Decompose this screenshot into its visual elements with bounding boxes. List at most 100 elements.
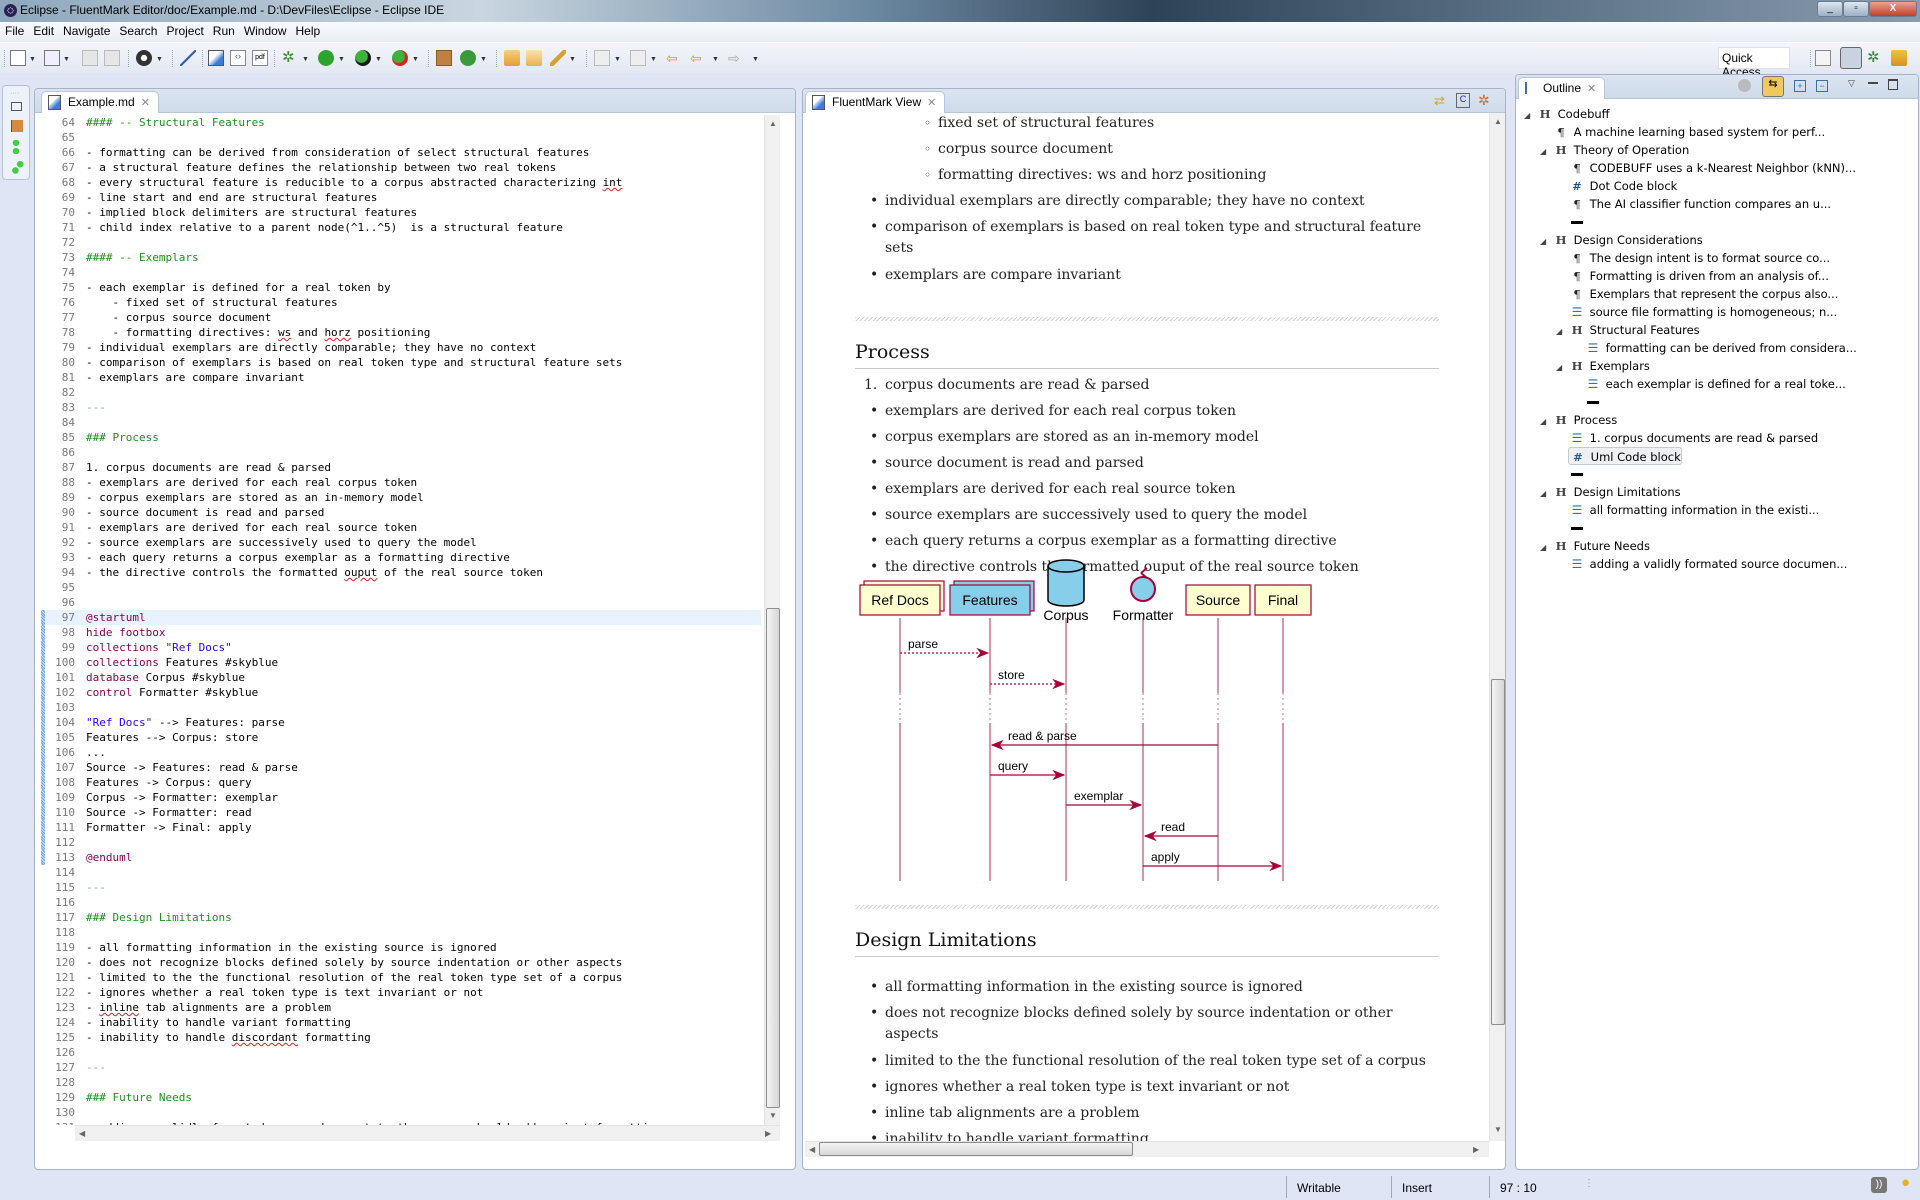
expand-all-icon[interactable]: + <box>1794 80 1806 92</box>
editor-line[interactable]: 90 - source document is read and parsed <box>41 505 761 520</box>
code-area[interactable]: 64 #### -- Structural Features 65 66 - forma… <box>41 115 761 1125</box>
open-task-icon[interactable] <box>526 50 542 66</box>
minimize-button[interactable]: _ <box>1817 1 1843 17</box>
editor-line[interactable]: 105 Features --> Corpus: store <box>41 730 761 745</box>
editor-line[interactable]: 67 - a structural feature defines the rel… <box>41 160 761 175</box>
editor-line[interactable]: 70 - implied block delimiters are structu… <box>41 205 761 220</box>
editor-line[interactable]: 103 <box>41 700 761 715</box>
coverage-dropdown-icon[interactable]: ▼ <box>375 56 382 63</box>
close-tab-icon[interactable]: ✕ <box>1587 83 1596 95</box>
editor-line[interactable]: 66 - formatting can be derived from consi… <box>41 145 761 160</box>
editor-line[interactable]: 111 Formatter -> Final: apply <box>41 820 761 835</box>
outline-item[interactable]: ◢ H Design Limitations <box>1540 483 1681 501</box>
editor-line[interactable]: 81 - exemplars are compare invariant <box>41 370 761 385</box>
editor-line[interactable]: 78 - formatting directives: ws and horz … <box>41 325 761 340</box>
debug-perspective-icon[interactable]: ✲ <box>1867 50 1883 66</box>
editor-line[interactable]: 113 @enduml <box>41 850 761 865</box>
menu-navigate[interactable]: Navigate <box>58 22 114 38</box>
editor-line[interactable]: 120 - does not recognize blocks defined s… <box>41 955 761 970</box>
link-with-editor-icon[interactable]: ⇆ <box>1762 76 1784 97</box>
collapse-all-icon[interactable]: − <box>1816 80 1828 92</box>
profile-dropdown-icon[interactable]: ▼ <box>156 56 163 63</box>
expand-toggle-icon[interactable]: ◢ <box>1540 233 1552 251</box>
editor-line[interactable]: 92 - source exemplars are successively us… <box>41 535 761 550</box>
new-dropdown-icon[interactable]: ▼ <box>29 56 36 63</box>
editor-line[interactable]: 91 - exemplars are derived for each real … <box>41 520 761 535</box>
editor-line[interactable]: 88 - exemplars are derived for each real … <box>41 475 761 490</box>
editor-line[interactable]: 101 database Corpus #skyblue <box>41 670 761 685</box>
next-annotation-dropdown-icon[interactable]: ▼ <box>614 56 621 63</box>
back-icon[interactable]: ⇦ <box>690 50 706 66</box>
open-perspective-icon[interactable] <box>1815 50 1831 66</box>
editor-line[interactable]: 99 collections "Ref Docs" <box>41 640 761 655</box>
editor-line[interactable]: 100 collections Features #skyblue <box>41 655 761 670</box>
menu-edit[interactable]: Edit <box>28 22 58 38</box>
close-tab-icon[interactable]: ✕ <box>141 97 150 109</box>
outline-item[interactable]: # Dot Code block <box>1568 177 1677 195</box>
close-window-button[interactable]: X <box>1869 1 1917 17</box>
rss-icon[interactable]: )) <box>1871 1177 1887 1193</box>
new-file-dropdown-icon[interactable]: ▼ <box>63 56 70 63</box>
menu-search[interactable]: Search <box>114 22 161 38</box>
editor-line[interactable]: 122 - ignores whether a real token type i… <box>41 985 761 1000</box>
save-icon[interactable] <box>82 50 98 66</box>
editor-line[interactable]: 118 <box>41 925 761 940</box>
new-file-icon[interactable] <box>44 50 60 66</box>
outline-item[interactable] <box>1584 393 1599 411</box>
run-dropdown-icon[interactable]: ▼ <box>338 56 345 63</box>
editor-line[interactable]: 112 <box>41 835 761 850</box>
editor-line[interactable]: 93 - each query returns a corpus exemplar… <box>41 550 761 565</box>
open-markdown-icon[interactable] <box>208 50 224 66</box>
search-icon[interactable] <box>550 50 566 66</box>
search-dropdown-icon[interactable]: ▼ <box>569 56 576 63</box>
outline-item[interactable]: ☰ 1. corpus documents are read & parsed <box>1568 429 1819 447</box>
editor-line[interactable]: 86 <box>41 445 761 460</box>
hide-non-public-icon[interactable] <box>1738 79 1751 92</box>
sync-icon[interactable]: ⇄ <box>1434 93 1445 109</box>
outline-item[interactable]: ◢ H Exemplars <box>1556 357 1650 375</box>
editor-line[interactable]: 85 ### Process <box>41 430 761 445</box>
editor-line[interactable]: 80 - comparison of exemplars is based on … <box>41 355 761 370</box>
editor-line[interactable]: 74 <box>41 265 761 280</box>
outline-item[interactable]: ◢ H Design Considerations <box>1540 231 1703 249</box>
outline-item[interactable]: ☰ formatting can be derived from conside… <box>1584 339 1857 357</box>
fluentmark-perspective-icon[interactable] <box>1840 47 1862 69</box>
outline-item[interactable]: ¶ Exemplars that represent the corpus al… <box>1568 285 1838 303</box>
editor-line[interactable]: 72 <box>41 235 761 250</box>
outline-item[interactable]: ◢ H Codebuff <box>1524 105 1610 123</box>
editor-line[interactable]: 124 - inability to handle variant formatt… <box>41 1015 761 1030</box>
editor-line[interactable]: 97 @startuml <box>41 610 761 625</box>
outline-item[interactable]: ¶ Formatting is driven from an analysis … <box>1568 267 1829 285</box>
debug-render-icon[interactable]: ✲ <box>1478 92 1490 109</box>
menu-project[interactable]: Project <box>161 22 207 38</box>
editor-line[interactable]: 73 #### -- Exemplars <box>41 250 761 265</box>
menu-run[interactable]: Run <box>208 22 239 38</box>
editor-line[interactable]: 114 <box>41 865 761 880</box>
expand-toggle-icon[interactable]: ◢ <box>1556 359 1568 377</box>
debug-dropdown-icon[interactable]: ▼ <box>302 56 309 63</box>
next-annotation-icon[interactable] <box>594 50 610 66</box>
back-dropdown-icon[interactable]: ▼ <box>712 56 719 63</box>
expand-toggle-icon[interactable]: ◢ <box>1540 413 1552 431</box>
git-perspective-icon[interactable] <box>1891 50 1907 66</box>
new-icon[interactable] <box>10 50 26 66</box>
new-class-dropdown-icon[interactable]: ▼ <box>480 56 487 63</box>
editor-line[interactable]: 75 - each exemplar is defined for a real … <box>41 280 761 295</box>
forward-dropdown-icon[interactable]: ▼ <box>752 56 759 63</box>
editor-line[interactable]: 82 <box>41 385 761 400</box>
profile-icon[interactable] <box>136 50 152 66</box>
menu-window[interactable]: Window <box>239 22 291 38</box>
call-hierarchy-icon[interactable] <box>9 160 25 174</box>
package-explorer-icon[interactable] <box>11 120 23 132</box>
previous-annotation-dropdown-icon[interactable]: ▼ <box>650 56 657 63</box>
external-tools-icon[interactable] <box>392 50 408 66</box>
editor-line[interactable]: 126 <box>41 1045 761 1060</box>
scroll-right-icon[interactable]: ▶ <box>1473 1145 1479 1154</box>
editor-line[interactable]: 64 #### -- Structural Features <box>41 115 761 130</box>
source-icon[interactable]: C <box>1456 93 1470 108</box>
scroll-up-icon[interactable]: ▲ <box>1494 117 1502 126</box>
editor-line[interactable]: 94 - the directive controls the formatted… <box>41 565 761 580</box>
editor-line[interactable]: 87 1. corpus documents are read & parsed <box>41 460 761 475</box>
outline-item[interactable]: ◢ H Process <box>1540 411 1617 429</box>
preview-vertical-scrollbar[interactable]: ▲ ▼ <box>1489 113 1505 1141</box>
